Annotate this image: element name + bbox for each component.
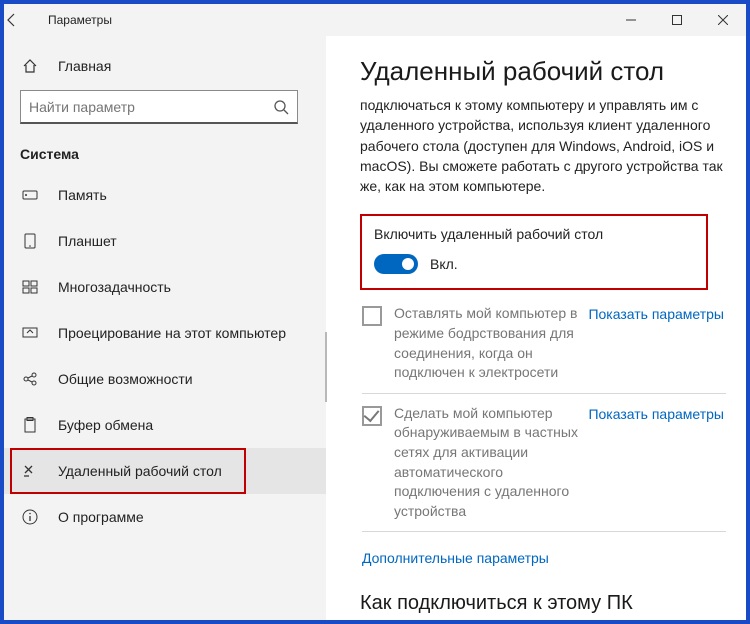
show-params-link[interactable]: Показать параметры — [588, 304, 724, 382]
info-icon — [20, 509, 40, 525]
option-text: Сделать мой компьютер обнаруживаемым в ч… — [394, 404, 588, 522]
nav-item-shared[interactable]: Общие возможности — [4, 356, 326, 402]
maximize-button[interactable] — [654, 4, 700, 36]
sidebar: Главная Система Память Планшет — [4, 36, 326, 620]
search-input[interactable] — [20, 90, 298, 124]
nav-item-clipboard[interactable]: Буфер обмена — [4, 402, 326, 448]
nav-label: Планшет — [58, 233, 117, 249]
tablet-icon — [20, 233, 40, 249]
divider — [362, 393, 726, 394]
nav-item-about[interactable]: О программе — [4, 494, 326, 540]
search-icon — [273, 99, 289, 115]
nav-item-multitasking[interactable]: Многозадачность — [4, 264, 326, 310]
search-field[interactable] — [29, 99, 273, 115]
scroll-indicator — [325, 332, 327, 402]
window-body: Главная Система Память Планшет — [4, 36, 746, 620]
home-label: Главная — [58, 58, 111, 74]
nav-item-remote-desktop[interactable]: Удаленный рабочий стол — [4, 448, 326, 494]
toggle-label: Включить удаленный рабочий стол — [374, 226, 694, 242]
remote-desktop-icon — [20, 463, 40, 479]
projecting-icon — [20, 325, 40, 341]
home-link[interactable]: Главная — [4, 46, 326, 86]
option-keep-awake: Оставлять мой компьютер в режиме бодрств… — [362, 304, 740, 382]
settings-window: Параметры Главная С — [4, 4, 746, 620]
nav-label: Общие возможности — [58, 371, 193, 387]
divider — [362, 531, 726, 532]
page-description: подключаться к этому компьютеру и управл… — [360, 95, 746, 196]
nav-item-tablet[interactable]: Планшет — [4, 218, 326, 264]
home-icon — [20, 58, 40, 74]
nav-item-projecting[interactable]: Проецирование на этот компьютер — [4, 310, 326, 356]
option-text: Оставлять мой компьютер в режиме бодрств… — [394, 304, 588, 382]
toggle-state: Вкл. — [430, 256, 458, 272]
page-title: Удаленный рабочий стол — [360, 56, 746, 87]
remote-desktop-toggle[interactable] — [374, 254, 418, 274]
checkbox-discoverable[interactable] — [362, 406, 382, 426]
toggle-section: Включить удаленный рабочий стол Вкл. — [360, 214, 708, 290]
window-controls — [608, 4, 746, 36]
nav-list: Память Планшет Многозадачность Проециров… — [4, 172, 326, 540]
connect-subheading: Как подключиться к этому ПК — [360, 592, 746, 615]
nav-label: Удаленный рабочий стол — [58, 463, 222, 479]
back-button[interactable] — [4, 12, 48, 28]
content-area: Удаленный рабочий стол подключаться к эт… — [326, 36, 746, 620]
titlebar: Параметры — [4, 4, 746, 36]
section-title: Система — [4, 128, 326, 172]
nav-label: О программе — [58, 509, 144, 525]
clipboard-icon — [20, 417, 40, 433]
window-title: Параметры — [48, 13, 608, 27]
shared-icon — [20, 371, 40, 387]
show-params-link[interactable]: Показать параметры — [588, 404, 724, 522]
checkbox-keep-awake[interactable] — [362, 306, 382, 326]
nav-label: Многозадачность — [58, 279, 171, 295]
nav-label: Проецирование на этот компьютер — [58, 325, 286, 341]
close-button[interactable] — [700, 4, 746, 36]
nav-label: Память — [58, 187, 107, 203]
minimize-button[interactable] — [608, 4, 654, 36]
nav-item-storage[interactable]: Память — [4, 172, 326, 218]
option-discoverable: Сделать мой компьютер обнаруживаемым в ч… — [362, 404, 740, 522]
nav-label: Буфер обмена — [58, 417, 153, 433]
toggle-knob — [402, 258, 414, 270]
multitasking-icon — [20, 279, 40, 295]
additional-params-link[interactable]: Дополнительные параметры — [362, 550, 746, 566]
storage-icon — [20, 187, 40, 203]
